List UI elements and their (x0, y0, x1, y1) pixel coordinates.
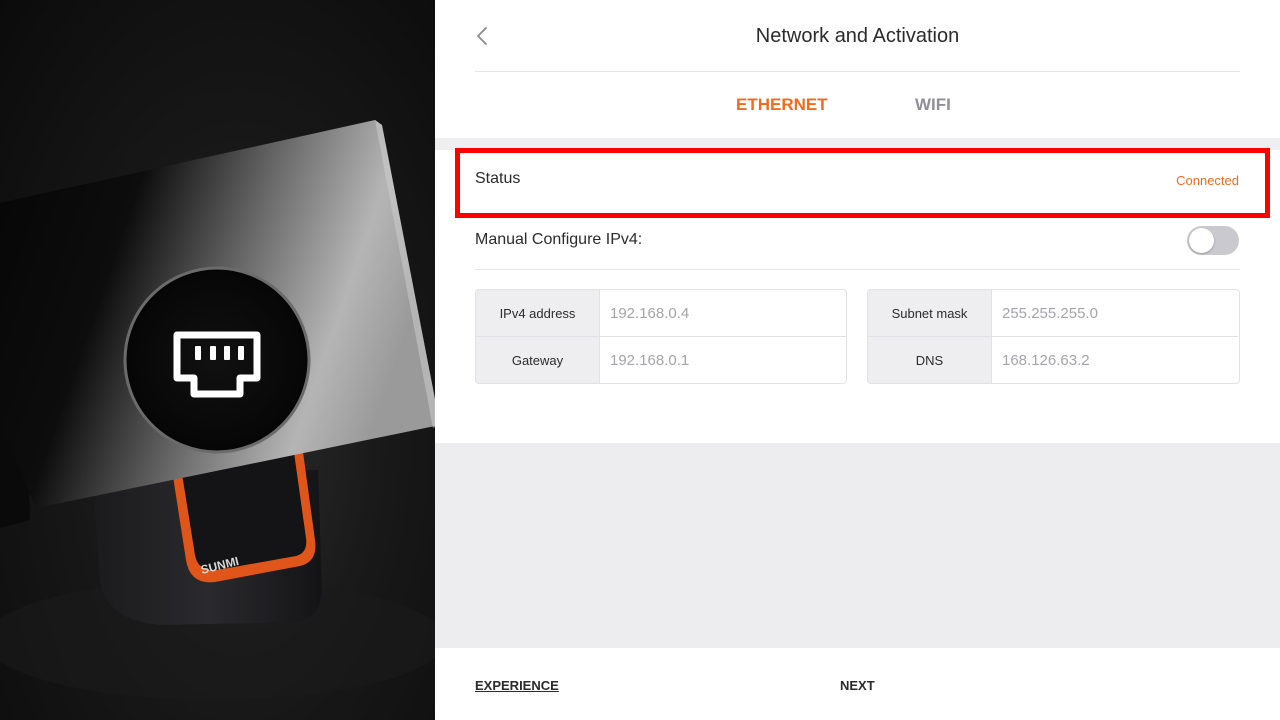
subnet-mask-row: Subnet mask 255.255.255.0 (868, 290, 1238, 337)
ip-config-grid-right: Subnet mask 255.255.255.0 DNS 168.126.63… (867, 289, 1240, 384)
pos-device-illustration: SUNMI (0, 120, 435, 700)
page-title: Network and Activation (755, 25, 960, 47)
dns-field[interactable]: 168.126.63.2 (1002, 337, 1090, 383)
experience-link[interactable]: EXPERIENCE (475, 678, 559, 693)
device-illustration: SUNMI (0, 0, 435, 720)
chevron-left-icon (477, 27, 487, 45)
ip-config-grid-left: IPv4 address 192.168.0.4 Gateway 192.168… (475, 289, 847, 384)
footer: EXPERIENCE NEXT (435, 648, 1280, 720)
header: Network and Activation (435, 0, 1280, 72)
subnet-mask-field[interactable]: 255.255.255.0 (1002, 290, 1098, 336)
back-button[interactable] (469, 22, 495, 50)
manual-configure-toggle[interactable] (1187, 226, 1239, 255)
toggle-knob (1189, 228, 1214, 253)
ipv4-address-row: IPv4 address 192.168.0.4 (476, 290, 846, 337)
dns-label: DNS (868, 337, 992, 383)
manual-divider (475, 269, 1240, 270)
network-tabs: ETHERNET WIFI (435, 72, 1280, 138)
ipv4-address-label: IPv4 address (476, 290, 600, 336)
gateway-field[interactable]: 192.168.0.1 (610, 337, 689, 383)
tab-wifi[interactable]: WIFI (915, 72, 951, 138)
empty-content-area (435, 443, 1280, 648)
gateway-row: Gateway 192.168.0.1 (476, 337, 846, 383)
next-button[interactable]: NEXT (840, 678, 875, 693)
tab-ethernet[interactable]: ETHERNET (736, 72, 828, 138)
dns-row: DNS 168.126.63.2 (868, 337, 1238, 383)
status-highlight-box (455, 148, 1270, 218)
gateway-label: Gateway (476, 337, 600, 383)
status-value: Connected (1176, 173, 1239, 188)
manual-configure-label: Manual Configure IPv4: (475, 231, 643, 248)
ethernet-icon-badge (123, 266, 311, 454)
ipv4-address-field[interactable]: 192.168.0.4 (610, 290, 689, 336)
subnet-mask-label: Subnet mask (868, 290, 992, 336)
status-label: Status (475, 170, 521, 187)
settings-panel: Network and Activation ETHERNET WIFI Sta… (435, 0, 1280, 720)
